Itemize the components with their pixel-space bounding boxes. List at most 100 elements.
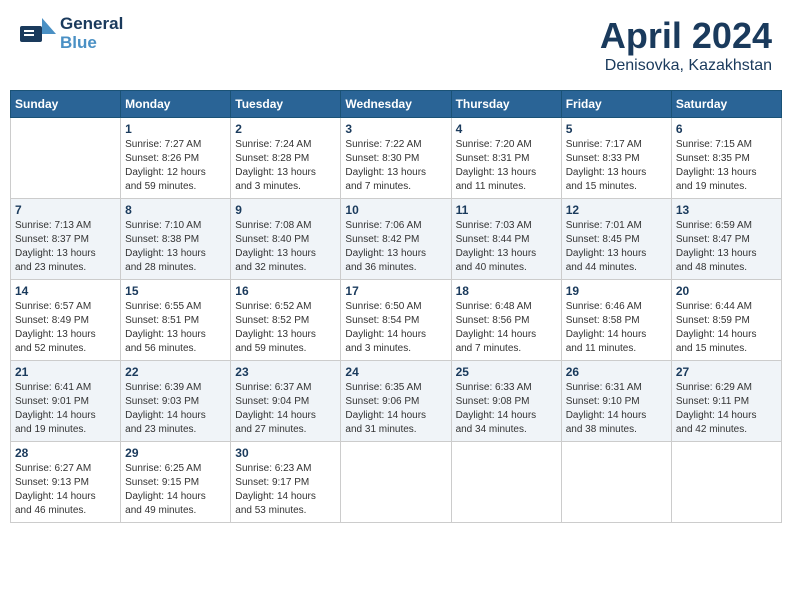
day-number: 21 (15, 365, 116, 379)
table-row: 10 Sunrise: 7:06 AMSunset: 8:42 PMDayligh… (341, 199, 451, 280)
calendar-row: 1 Sunrise: 7:27 AMSunset: 8:26 PMDaylight… (11, 118, 782, 199)
day-number: 3 (345, 122, 446, 136)
day-number: 13 (676, 203, 777, 217)
day-info: Sunrise: 6:50 AMSunset: 8:54 PMDaylight:… (345, 300, 446, 356)
header-cell-monday: Monday (121, 91, 231, 118)
day-number: 29 (125, 446, 226, 460)
day-number: 6 (676, 122, 777, 136)
page-header: General Blue April 2024 Denisovka, Kazak… (10, 10, 782, 80)
table-row: 3Sunrise: 7:22 AMSunset: 8:30 PMDaylight… (341, 118, 451, 199)
table-row: 12 Sunrise: 7:01 AMSunset: 8:45 PMDayligh… (561, 199, 671, 280)
day-info: Sunrise: 6:25 AMSunset: 9:15 PMDaylight:… (125, 462, 226, 518)
calendar-row: 7 Sunrise: 7:13 AMSunset: 8:37 PMDaylight… (11, 199, 782, 280)
day-number: 4 (456, 122, 557, 136)
logo: General Blue (20, 15, 123, 52)
month-title: April 2024 (600, 15, 772, 57)
day-info: Sunrise: 7:13 AMSunset: 8:37 PMDaylight:… (15, 219, 116, 275)
day-info: Sunrise: 6:39 AMSunset: 9:03 PMDaylight:… (125, 381, 226, 437)
table-row: 9 Sunrise: 7:08 AMSunset: 8:40 PMDaylight… (231, 199, 341, 280)
table-row: 24Sunrise: 6:35 AMSunset: 9:06 PMDayligh… (341, 361, 451, 442)
calendar-row: 28 Sunrise: 6:27 AMSunset: 9:13 PMDayligh… (11, 442, 782, 523)
table-row: 26 Sunrise: 6:31 AMSunset: 9:10 PMDayligh… (561, 361, 671, 442)
table-row: 25Sunrise: 6:33 AMSunset: 9:08 PMDayligh… (451, 361, 561, 442)
logo-line1: General (60, 15, 123, 34)
table-row: 20Sunrise: 6:44 AMSunset: 8:59 PMDayligh… (671, 280, 781, 361)
logo-icon (20, 18, 56, 50)
day-info: Sunrise: 6:31 AMSunset: 9:10 PMDaylight:… (566, 381, 667, 437)
header-cell-tuesday: Tuesday (231, 91, 341, 118)
header-row: SundayMondayTuesdayWednesdayThursdayFrid… (11, 91, 782, 118)
header-cell-wednesday: Wednesday (341, 91, 451, 118)
table-row: 18 Sunrise: 6:48 AMSunset: 8:56 PMDayligh… (451, 280, 561, 361)
day-number: 9 (235, 203, 336, 217)
day-info: Sunrise: 7:06 AMSunset: 8:42 PMDaylight:… (345, 219, 446, 275)
day-info: Sunrise: 7:24 AMSunset: 8:28 PMDaylight:… (235, 138, 336, 194)
table-row (451, 442, 561, 523)
table-row (341, 442, 451, 523)
table-row: 11Sunrise: 7:03 AMSunset: 8:44 PMDayligh… (451, 199, 561, 280)
calendar-header: SundayMondayTuesdayWednesdayThursdayFrid… (11, 91, 782, 118)
day-number: 23 (235, 365, 336, 379)
table-row: 8 Sunrise: 7:10 AMSunset: 8:38 PMDaylight… (121, 199, 231, 280)
day-info: Sunrise: 6:55 AMSunset: 8:51 PMDaylight:… (125, 300, 226, 356)
day-info: Sunrise: 7:10 AMSunset: 8:38 PMDaylight:… (125, 219, 226, 275)
day-number: 12 (566, 203, 667, 217)
location-subtitle: Denisovka, Kazakhstan (600, 57, 772, 75)
table-row: 16Sunrise: 6:52 AMSunset: 8:52 PMDayligh… (231, 280, 341, 361)
logo-line2: Blue (60, 34, 123, 53)
day-number: 27 (676, 365, 777, 379)
day-number: 2 (235, 122, 336, 136)
day-info: Sunrise: 6:23 AMSunset: 9:17 PMDaylight:… (235, 462, 336, 518)
day-info: Sunrise: 6:29 AMSunset: 9:11 PMDaylight:… (676, 381, 777, 437)
day-number: 19 (566, 284, 667, 298)
table-row: 4Sunrise: 7:20 AMSunset: 8:31 PMDaylight… (451, 118, 561, 199)
day-info: Sunrise: 6:35 AMSunset: 9:06 PMDaylight:… (345, 381, 446, 437)
calendar-table: SundayMondayTuesdayWednesdayThursdayFrid… (10, 90, 782, 523)
day-number: 1 (125, 122, 226, 136)
table-row: 21 Sunrise: 6:41 AMSunset: 9:01 PMDayligh… (11, 361, 121, 442)
day-info: Sunrise: 6:52 AMSunset: 8:52 PMDaylight:… (235, 300, 336, 356)
day-info: Sunrise: 7:03 AMSunset: 8:44 PMDaylight:… (456, 219, 557, 275)
day-number: 15 (125, 284, 226, 298)
table-row: 17 Sunrise: 6:50 AMSunset: 8:54 PMDayligh… (341, 280, 451, 361)
header-cell-friday: Friday (561, 91, 671, 118)
day-info: Sunrise: 6:59 AMSunset: 8:47 PMDaylight:… (676, 219, 777, 275)
day-number: 10 (345, 203, 446, 217)
day-info: Sunrise: 7:17 AMSunset: 8:33 PMDaylight:… (566, 138, 667, 194)
day-number: 26 (566, 365, 667, 379)
day-number: 5 (566, 122, 667, 136)
table-row: 22Sunrise: 6:39 AMSunset: 9:03 PMDayligh… (121, 361, 231, 442)
table-row: 27 Sunrise: 6:29 AMSunset: 9:11 PMDayligh… (671, 361, 781, 442)
day-info: Sunrise: 6:46 AMSunset: 8:58 PMDaylight:… (566, 300, 667, 356)
title-block: April 2024 Denisovka, Kazakhstan (600, 15, 772, 75)
table-row: 14 Sunrise: 6:57 AMSunset: 8:49 PMDayligh… (11, 280, 121, 361)
day-number: 30 (235, 446, 336, 460)
header-cell-sunday: Sunday (11, 91, 121, 118)
day-number: 8 (125, 203, 226, 217)
day-info: Sunrise: 7:01 AMSunset: 8:45 PMDaylight:… (566, 219, 667, 275)
table-row: 30 Sunrise: 6:23 AMSunset: 9:17 PMDayligh… (231, 442, 341, 523)
day-number: 20 (676, 284, 777, 298)
day-number: 17 (345, 284, 446, 298)
calendar-row: 21 Sunrise: 6:41 AMSunset: 9:01 PMDayligh… (11, 361, 782, 442)
day-info: Sunrise: 6:41 AMSunset: 9:01 PMDaylight:… (15, 381, 116, 437)
day-info: Sunrise: 7:08 AMSunset: 8:40 PMDaylight:… (235, 219, 336, 275)
header-cell-thursday: Thursday (451, 91, 561, 118)
day-info: Sunrise: 6:48 AMSunset: 8:56 PMDaylight:… (456, 300, 557, 356)
table-row: 13 Sunrise: 6:59 AMSunset: 8:47 PMDayligh… (671, 199, 781, 280)
table-row: 1 Sunrise: 7:27 AMSunset: 8:26 PMDaylight… (121, 118, 231, 199)
day-number: 18 (456, 284, 557, 298)
day-info: Sunrise: 7:27 AMSunset: 8:26 PMDaylight:… (125, 138, 226, 194)
table-row: 28 Sunrise: 6:27 AMSunset: 9:13 PMDayligh… (11, 442, 121, 523)
day-info: Sunrise: 6:57 AMSunset: 8:49 PMDaylight:… (15, 300, 116, 356)
day-number: 14 (15, 284, 116, 298)
table-row: 29 Sunrise: 6:25 AMSunset: 9:15 PMDayligh… (121, 442, 231, 523)
table-row: 7 Sunrise: 7:13 AMSunset: 8:37 PMDaylight… (11, 199, 121, 280)
day-number: 7 (15, 203, 116, 217)
day-info: Sunrise: 7:15 AMSunset: 8:35 PMDaylight:… (676, 138, 777, 194)
header-cell-saturday: Saturday (671, 91, 781, 118)
table-row: 5 Sunrise: 7:17 AMSunset: 8:33 PMDaylight… (561, 118, 671, 199)
day-info: Sunrise: 6:27 AMSunset: 9:13 PMDaylight:… (15, 462, 116, 518)
day-number: 28 (15, 446, 116, 460)
table-row (561, 442, 671, 523)
